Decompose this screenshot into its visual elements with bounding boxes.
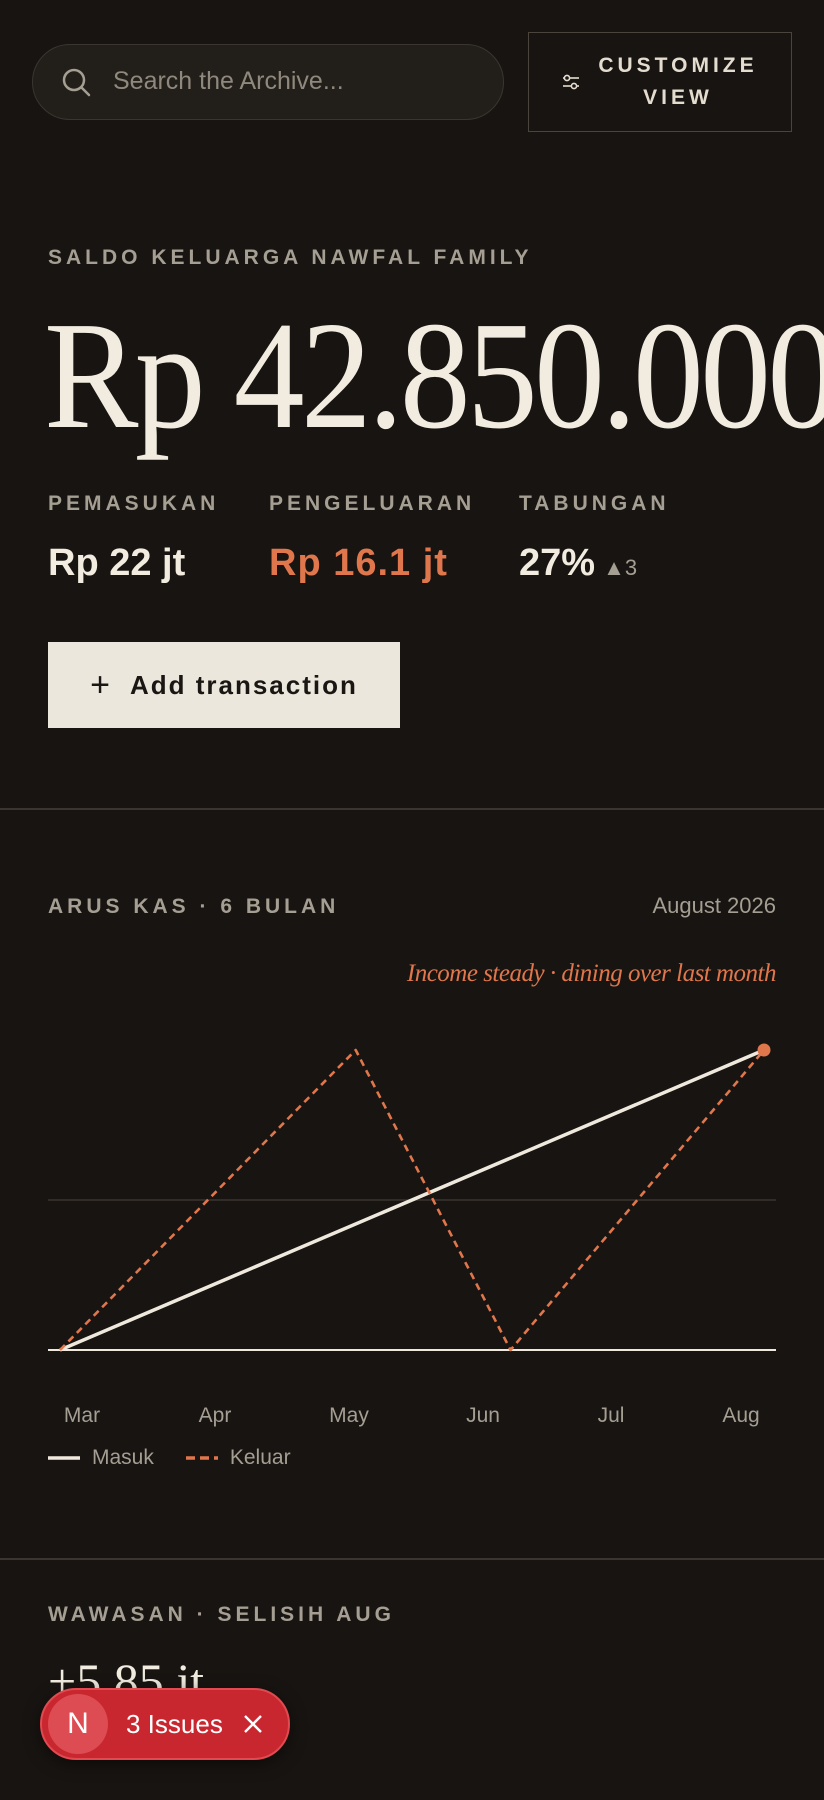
n-logo-icon: N (48, 1694, 108, 1754)
trend-badge: ▲3 (603, 555, 638, 580)
stats-row: PEMASUKAN Rp 22 jt PENGELUARAN Rp 16.1 j… (48, 492, 788, 585)
issues-badge[interactable]: N 3 Issues (40, 1688, 290, 1760)
legend-swatch-solid (48, 1456, 80, 1460)
x-tick-label: Jul (598, 1404, 625, 1427)
balance-label: SALDO KELUARGA NAWFAL FAMILY (48, 246, 533, 269)
sliders-icon (563, 74, 579, 90)
search-icon (62, 68, 91, 97)
close-icon[interactable] (241, 1712, 265, 1736)
plus-icon: + (90, 666, 112, 704)
stat-expense: PENGELUARAN Rp 16.1 jt (269, 492, 475, 585)
add-transaction-button[interactable]: + Add transaction (48, 642, 400, 728)
cashflow-chart: Mar Apr May Jun Jul Aug (48, 1043, 776, 1427)
cashflow-label: ARUS KAS · 6 BULAN (48, 895, 340, 918)
x-tick-label: Jun (466, 1404, 500, 1427)
legend-item-expense: Keluar (185, 1446, 291, 1470)
x-tick-label: Aug (722, 1404, 759, 1427)
chart-legend: Masuk Keluar (48, 1446, 291, 1470)
add-transaction-label: Add transaction (129, 669, 358, 700)
legend-item-income: Masuk (48, 1446, 154, 1470)
stat-label: TABUNGAN (519, 492, 670, 515)
stat-value: Rp 22 jt (48, 542, 186, 584)
stat-savings: TABUNGAN 27% ▲3 (519, 492, 670, 585)
x-tick-label: Apr (199, 1404, 232, 1427)
insight-label: WAWASAN · SELISIH AUG (48, 1603, 395, 1626)
legend-swatch-dashed (185, 1456, 218, 1460)
search-box[interactable] (32, 44, 504, 120)
issues-count: 3 Issues (126, 1708, 223, 1739)
stat-value: 27% (519, 542, 596, 584)
series-endpoint (757, 1043, 771, 1057)
stat-value: Rp 16.1 jt (269, 542, 448, 584)
divider (0, 808, 824, 810)
stat-value-row: 27% ▲3 (519, 542, 670, 585)
x-tick-label: Mar (64, 1404, 100, 1427)
search-input[interactable] (113, 45, 483, 117)
divider (0, 1558, 824, 1560)
legend-label: Keluar (229, 1446, 291, 1469)
cashflow-date: August 2026 (652, 893, 776, 918)
cashflow-note: Income steady · dining over last month (406, 960, 777, 987)
customize-view-label: CUSTOMIZE VIEW (598, 54, 758, 109)
balance-value: Rp 42.850.000 (44, 291, 824, 461)
stat-income: PEMASUKAN Rp 22 jt (48, 492, 219, 585)
stat-label: PENGELUARAN (269, 492, 476, 515)
stat-label: PEMASUKAN (48, 492, 220, 515)
x-tick-label: May (329, 1404, 369, 1427)
legend-label: Masuk (92, 1446, 154, 1469)
top-bar: CUSTOMIZE VIEW (32, 32, 792, 132)
customize-view-button[interactable]: CUSTOMIZE VIEW (528, 32, 792, 132)
